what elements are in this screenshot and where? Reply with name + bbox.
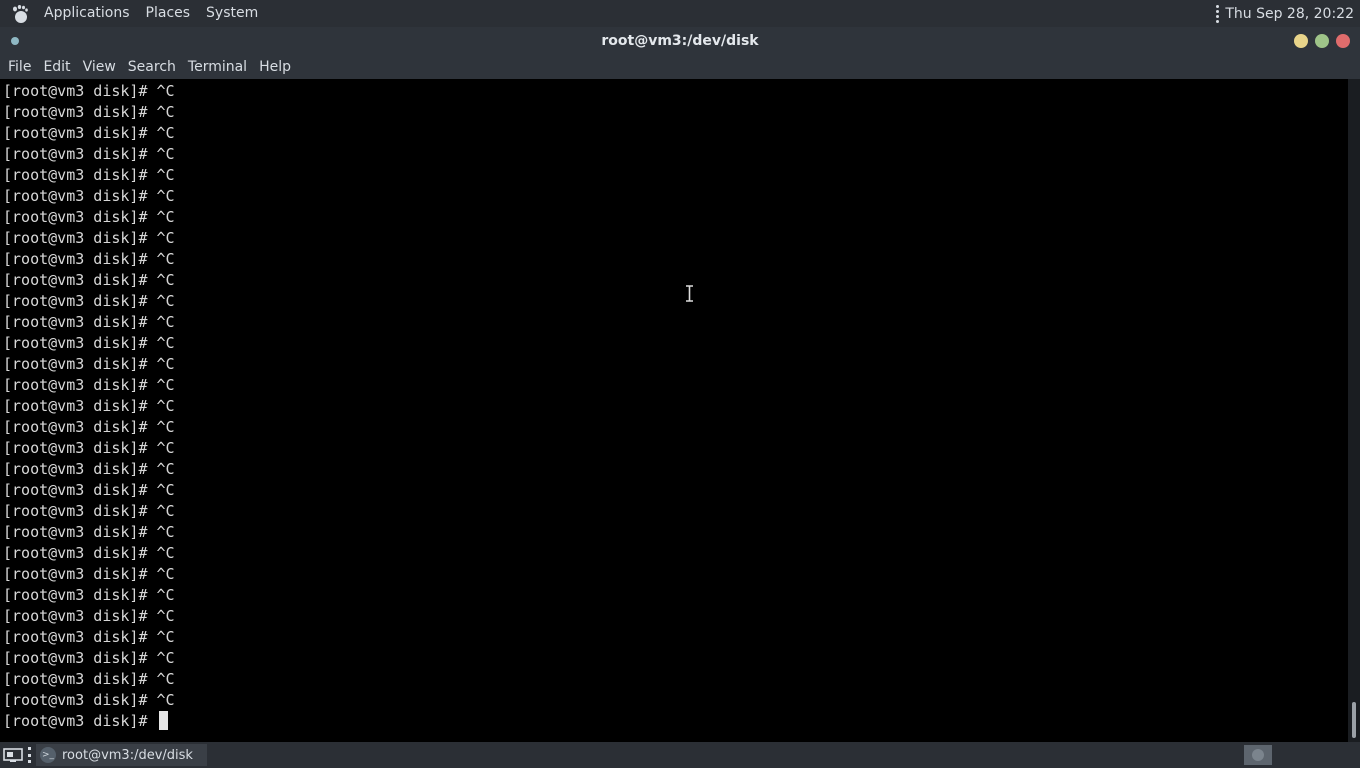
terminal-line: [root@vm3 disk]# ^C: [3, 250, 175, 268]
menu-search[interactable]: Search: [122, 55, 182, 79]
show-desktop-icon[interactable]: [2, 746, 24, 764]
menu-help[interactable]: Help: [253, 55, 297, 79]
terminal-line: [root@vm3 disk]# ^C: [3, 82, 175, 100]
terminal-line: [root@vm3 disk]# ^C: [3, 313, 175, 331]
terminal-prompt-line: [root@vm3 disk]#: [3, 711, 175, 732]
maximize-button[interactable]: [1315, 34, 1329, 48]
terminal-line: [root@vm3 disk]# ^C: [3, 103, 175, 121]
workspace-switcher[interactable]: [1244, 745, 1272, 765]
menu-file[interactable]: File: [2, 55, 37, 79]
terminal-line: [root@vm3 disk]# ^C: [3, 460, 175, 478]
terminal-line: [root@vm3 disk]# ^C: [3, 166, 175, 184]
terminal-line: [root@vm3 disk]# ^C: [3, 376, 175, 394]
minimize-button[interactable]: [1294, 34, 1308, 48]
terminal-line: [root@vm3 disk]# ^C: [3, 208, 175, 226]
terminal-line: [root@vm3 disk]# ^C: [3, 586, 175, 604]
terminal-line: [root@vm3 disk]# ^C: [3, 418, 175, 436]
terminal-line: [root@vm3 disk]# ^C: [3, 292, 175, 310]
gnome-foot-icon[interactable]: [10, 4, 30, 24]
terminal-line: [root@vm3 disk]# ^C: [3, 271, 175, 289]
menu-edit[interactable]: Edit: [37, 55, 76, 79]
menu-terminal[interactable]: Terminal: [182, 55, 253, 79]
terminal-line: [root@vm3 disk]# ^C: [3, 502, 175, 520]
terminal-line: [root@vm3 disk]# ^C: [3, 481, 175, 499]
terminal-icon: >_: [40, 747, 56, 763]
terminal-lines: [root@vm3 disk]# ^C [root@vm3 disk]# ^C [r…: [3, 81, 175, 732]
terminal-line: [root@vm3 disk]# ^C: [3, 124, 175, 142]
close-button[interactable]: [1336, 34, 1350, 48]
window-title: root@vm3:/dev/disk: [601, 33, 759, 49]
menu-applications[interactable]: Applications: [36, 0, 138, 27]
menu-system[interactable]: System: [198, 0, 266, 27]
panel-handle-icon: [1213, 4, 1221, 23]
taskbar-handle-icon: [28, 747, 32, 763]
terminal-cursor: [158, 711, 168, 730]
terminal-line: [root@vm3 disk]# ^C: [3, 565, 175, 583]
terminal-line: [root@vm3 disk]# ^C: [3, 145, 175, 163]
scrollbar-thumb[interactable]: [1352, 702, 1356, 738]
menu-places[interactable]: Places: [138, 0, 199, 27]
terminal-line: [root@vm3 disk]# ^C: [3, 544, 175, 562]
bottom-panel: >_ root@vm3:/dev/disk: [0, 742, 1360, 768]
terminal-prompt: [root@vm3 disk]#: [3, 712, 157, 730]
terminal-line: [root@vm3 disk]# ^C: [3, 607, 175, 625]
top-panel: Applications Places System Thu Sep 28, 2…: [0, 0, 1360, 27]
terminal-menubar: File Edit View Search Terminal Help: [0, 55, 1360, 79]
terminal-line: [root@vm3 disk]# ^C: [3, 439, 175, 457]
terminal-output[interactable]: [root@vm3 disk]# ^C [root@vm3 disk]# ^C [r…: [0, 79, 1348, 742]
workspace-icon: [1252, 749, 1264, 761]
taskbar-item-terminal[interactable]: >_ root@vm3:/dev/disk: [36, 744, 207, 766]
terminal-line: [root@vm3 disk]# ^C: [3, 649, 175, 667]
window-menu-icon[interactable]: [11, 37, 19, 45]
terminal-line: [root@vm3 disk]# ^C: [3, 523, 175, 541]
terminal-scrollbar[interactable]: [1348, 79, 1360, 742]
terminal-line: [root@vm3 disk]# ^C: [3, 628, 175, 646]
terminal-line: [root@vm3 disk]# ^C: [3, 355, 175, 373]
terminal-line: [root@vm3 disk]# ^C: [3, 670, 175, 688]
terminal-line: [root@vm3 disk]# ^C: [3, 397, 175, 415]
terminal-line: [root@vm3 disk]# ^C: [3, 691, 175, 709]
clock[interactable]: Thu Sep 28, 20:22: [1225, 6, 1360, 22]
terminal-line: [root@vm3 disk]# ^C: [3, 187, 175, 205]
terminal-line: [root@vm3 disk]# ^C: [3, 334, 175, 352]
text-cursor-icon: [686, 285, 693, 302]
terminal-line: [root@vm3 disk]# ^C: [3, 229, 175, 247]
window-titlebar[interactable]: root@vm3:/dev/disk: [0, 27, 1360, 55]
menu-view[interactable]: View: [77, 55, 122, 79]
taskbar-item-label: root@vm3:/dev/disk: [62, 747, 193, 763]
